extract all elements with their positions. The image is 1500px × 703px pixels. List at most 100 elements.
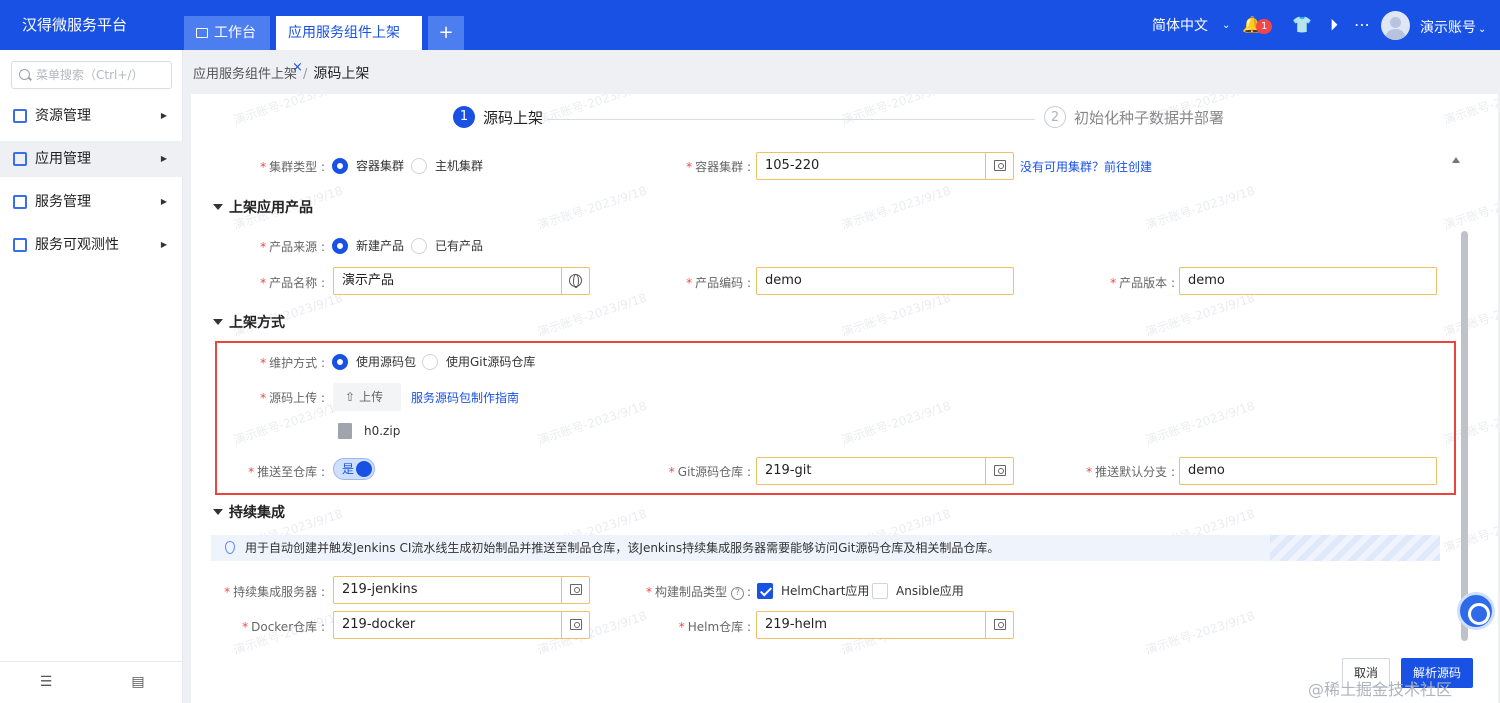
watermark: 演示账号-2023/9/18 [1441, 183, 1498, 233]
avatar[interactable] [1381, 11, 1410, 40]
sidebar: 菜单搜索（Ctrl+/） 资源管理 ▶ 应用管理 ▶ 服务管理 ▶ 服务可观测性 ▶ ☰… [0, 50, 183, 703]
collapse-icon [213, 509, 223, 515]
chevron-down-icon: ⌄ [1478, 24, 1487, 35]
radio-existing-product[interactable]: 已有产品 [411, 237, 483, 254]
breadcrumb-current: 源码上架 [313, 66, 370, 82]
watermark: 演示账号-2023/9/18 [231, 94, 345, 128]
watermark: 演示账号-2023/9/18 [1441, 290, 1498, 340]
help-icon[interactable]: ? [730, 587, 744, 600]
maintain-label: * 维护方式 : [260, 356, 325, 370]
watermark: 演示账号-2023/9/18 [535, 94, 649, 128]
step-connector [547, 119, 1035, 120]
create-cluster-link[interactable]: 没有可用集群？前往创建 [1020, 158, 1152, 175]
upload-button[interactable]: ⇧ 上传 [333, 383, 401, 411]
watermark: 演示账号-2023/9/18 [1143, 290, 1257, 340]
chevron-down-icon: ⌄ [1222, 19, 1231, 31]
artifact-type-label: * 构建制品类型?: [645, 585, 751, 600]
radio-source-package[interactable]: 使用源码包 [332, 353, 416, 370]
radio-container-cluster[interactable]: 容器集群 [332, 157, 404, 174]
search-icon [19, 69, 30, 80]
main-content: 演示账号-2023/9/18 演示账号-2023/9/18 演示账号-2023/… [191, 94, 1498, 703]
container-cluster-label: * 容器集群 : [686, 160, 751, 174]
watermark: 演示账号-2023/9/18 [839, 183, 953, 233]
document-icon[interactable]: ▤ [130, 674, 146, 690]
section-listing-method[interactable]: 上架方式 [213, 312, 285, 332]
picker-icon [570, 584, 582, 595]
caret-right-icon: ▶ [160, 111, 167, 120]
collapse-menu-icon[interactable]: ☰ [38, 674, 54, 690]
upload-icon: ⇧ [345, 390, 356, 404]
sidebar-item-apps[interactable]: 应用管理 ▶ [0, 141, 183, 177]
support-chat-icon[interactable] [1457, 592, 1495, 630]
upload-label: * 源码上传 : [260, 391, 325, 405]
app-title[interactable]: 汉得微服务平台 [22, 14, 127, 35]
step-2: 2 初始化种子数据并部署 [1044, 106, 1224, 128]
picker-icon [994, 619, 1006, 630]
uploaded-file[interactable]: h0.zip [338, 423, 400, 439]
collapse-icon [213, 319, 223, 325]
menu-search-input[interactable]: 菜单搜索（Ctrl+/） [11, 61, 172, 89]
play-icon[interactable]: ⏵ [1324, 15, 1344, 35]
picker-icon [994, 465, 1006, 476]
docker-repo-label: * Docker仓库 : [242, 620, 325, 634]
user-menu[interactable]: 演示账号 ⌄ [1420, 17, 1486, 37]
breadcrumb-parent[interactable]: 应用服务组件上架 [193, 67, 297, 82]
globe-icon [569, 274, 582, 288]
shirt-icon[interactable]: 👕 [1292, 15, 1312, 35]
scrollbar[interactable] [1461, 231, 1468, 641]
caret-right-icon: ▶ [160, 154, 167, 163]
product-version-label: * 产品版本 : [1110, 276, 1175, 290]
location-icon [225, 541, 235, 554]
more-icon[interactable]: ⋯ [1352, 15, 1372, 35]
add-tab-button[interactable]: + [428, 16, 464, 50]
caret-right-icon: ▶ [160, 240, 167, 249]
watermark: 演示账号-2023/9/18 [1441, 94, 1498, 128]
push-toggle[interactable]: 是 [333, 458, 375, 480]
section-ci[interactable]: 持续集成 [213, 502, 285, 522]
watermark: 演示账号-2023/9/18 [839, 94, 953, 128]
checkbox-ansible[interactable]: Ansible应用 [872, 582, 964, 599]
ci-server-field[interactable]: 219-jenkins [333, 576, 590, 604]
breadcrumb: 应用服务组件上架 / 源码上架 [193, 66, 370, 82]
section-product[interactable]: 上架应用产品 [213, 197, 313, 217]
footer-watermark: @稀土掘金技术社区 [1308, 680, 1453, 699]
tab-workbench[interactable]: 工作台 [184, 16, 270, 50]
code-icon [13, 238, 27, 252]
top-header: 汉得微服务平台 工作台 应用服务组件上架× + 简体中文 ⌄ 🔔 1 👕 ⏵ ⋯ … [0, 0, 1500, 75]
radio-new-product[interactable]: 新建产品 [332, 237, 404, 254]
ci-server-label: * 持续集成服务器 : [224, 585, 325, 599]
watermark: 演示账号-2023/9/18 [1143, 183, 1257, 233]
upload-guide-link[interactable]: 服务源码包制作指南 [411, 389, 519, 406]
product-name-field[interactable]: 演示产品 [333, 267, 590, 295]
radio-git-repo[interactable]: 使用Git源码仓库 [422, 353, 535, 370]
helm-repo-field[interactable]: 219-helm [756, 611, 1014, 639]
sidebar-item-observability[interactable]: 服务可观测性 ▶ [0, 227, 183, 263]
collapse-icon [213, 204, 223, 210]
product-code-label: * 产品编码 : [686, 276, 751, 290]
git-repo-field[interactable]: 219-git [756, 457, 1014, 485]
picker-icon [994, 160, 1006, 171]
sidebar-item-resources[interactable]: 资源管理 ▶ [0, 98, 183, 134]
product-version-field[interactable]: demo [1179, 267, 1437, 295]
sidebar-footer: ☰ ▤ [0, 661, 183, 703]
cube-icon [13, 152, 27, 166]
watermark: 演示账号-2023/9/18 [1441, 506, 1498, 556]
picker-icon [570, 619, 582, 630]
radio-host-cluster[interactable]: 主机集群 [411, 157, 483, 174]
sidebar-item-services[interactable]: 服务管理 ▶ [0, 184, 183, 220]
watermark: 演示账号-2023/9/18 [535, 290, 649, 340]
scroll-up-icon[interactable] [1452, 157, 1460, 163]
container-cluster-field[interactable]: 105-220 [756, 152, 1014, 180]
language-select[interactable]: 简体中文 ⌄ [1152, 0, 1230, 50]
checkbox-helmchart[interactable]: HelmChart应用 [757, 582, 869, 599]
docker-repo-field[interactable]: 219-docker [333, 611, 590, 639]
default-branch-label: * 推送默认分支 : [1086, 465, 1175, 479]
tab-component-listing[interactable]: 应用服务组件上架× [276, 16, 422, 75]
step-1: 1 源码上架 [453, 106, 543, 128]
product-code-field[interactable]: demo [756, 267, 1014, 295]
watermark: 演示账号-2023/9/18 [1143, 608, 1257, 658]
monitor-icon [196, 28, 208, 38]
watermark: 演示账号-2023/9/18 [839, 290, 953, 340]
default-branch-field[interactable]: demo [1179, 457, 1437, 485]
cluster-type-label: * 集群类型 : [260, 160, 325, 174]
